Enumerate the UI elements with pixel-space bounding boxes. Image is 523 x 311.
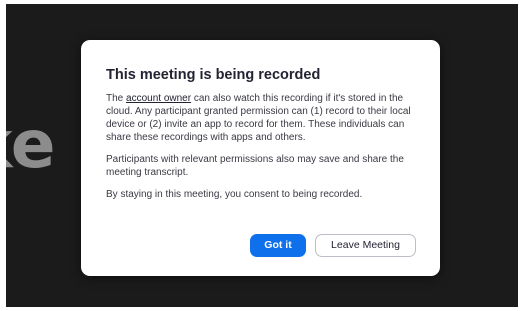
got-it-button[interactable]: Got it (250, 234, 306, 257)
dialog-paragraph-owner: The account owner can also watch this re… (106, 92, 419, 144)
dialog-actions: Got it Leave Meeting (250, 234, 416, 257)
dialog-paragraph-transcript: Participants with relevant permissions a… (106, 154, 404, 178)
leave-meeting-button[interactable]: Leave Meeting (315, 234, 416, 257)
dialog-title: This meeting is being recorded (106, 67, 321, 83)
recording-consent-dialog: This meeting is being recorded The accou… (81, 40, 440, 276)
paragraph-text-before: The (106, 93, 127, 104)
dialog-paragraph-consent: By staying in this meeting, you consent … (106, 189, 363, 200)
account-owner-link[interactable]: account owner (126, 93, 191, 104)
